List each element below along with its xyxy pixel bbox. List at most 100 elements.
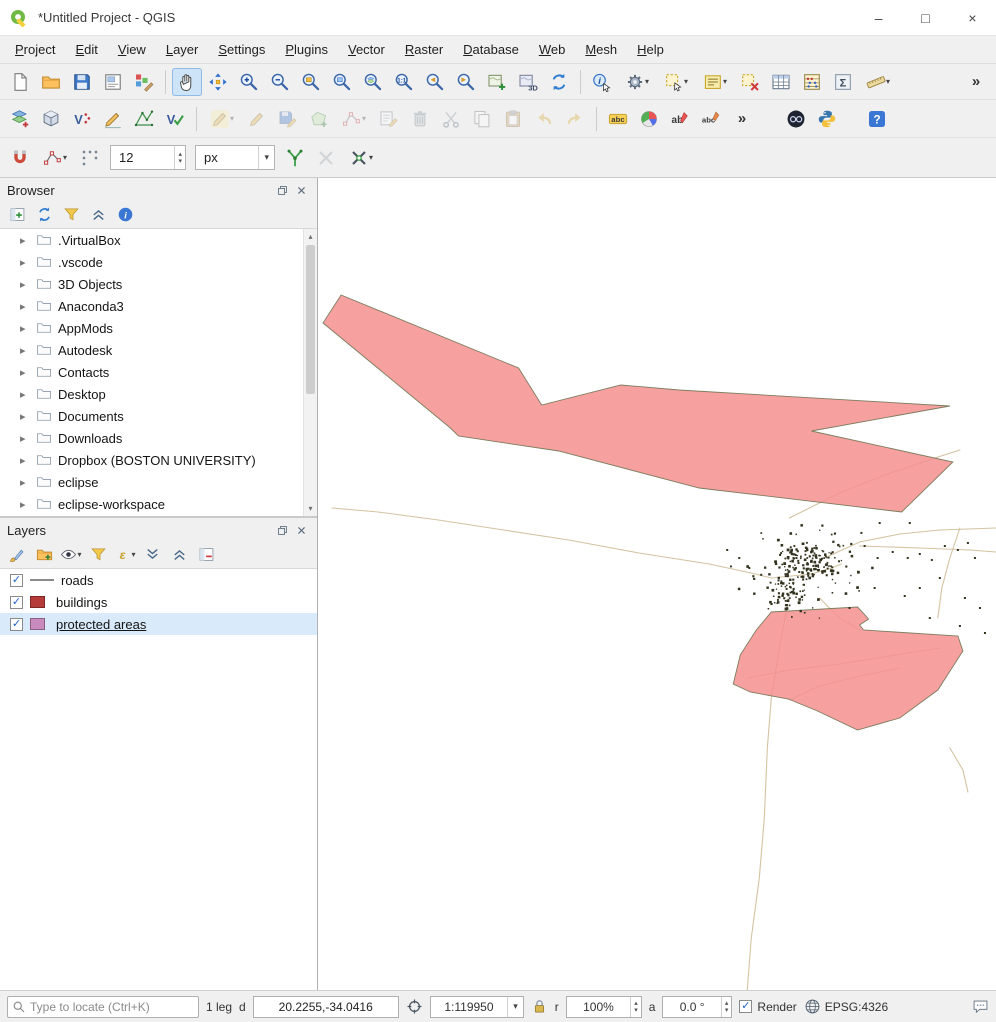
expand-all-button[interactable] [140,544,164,566]
zoom-to-selection-button[interactable] [327,68,357,96]
lock-scale-icon[interactable] [531,998,548,1015]
add-group-button[interactable] [32,544,56,566]
browser-item-eclipse-workspace[interactable]: ▸eclipse-workspace [0,493,303,515]
expand-arrow-icon[interactable]: ▸ [20,256,34,269]
identify-features-button[interactable]: i [587,68,617,96]
menu-plugins[interactable]: Plugins [275,38,338,61]
map-canvas[interactable] [318,178,996,990]
browser-undock-button[interactable] [274,183,291,198]
messages-icon[interactable] [972,998,989,1015]
new-3d-map-view-button[interactable]: 3D [513,68,543,96]
expand-arrow-icon[interactable]: ▸ [20,432,34,445]
expand-arrow-icon[interactable]: ▸ [20,498,34,511]
new-shapefile-layer-button[interactable]: V [67,105,97,133]
python-console-button[interactable] [812,105,842,133]
layer-checkbox[interactable]: ✓ [10,574,23,587]
menu-database[interactable]: Database [453,38,529,61]
new-mesh-layer-button[interactable] [129,105,159,133]
browser-close-button[interactable] [293,183,310,198]
open-data-source-manager-button[interactable] [5,105,35,133]
open-attribute-table-button[interactable] [766,68,796,96]
dropdown-arrow-icon[interactable]: ▾ [230,114,234,123]
zoom-in-button[interactable] [234,68,264,96]
expand-arrow-icon[interactable]: ▸ [20,366,34,379]
deselect-features-button[interactable] [735,68,765,96]
filter-legend-by-expression-button[interactable]: ε▾ [113,544,137,566]
open-project-button[interactable] [36,68,66,96]
help-contents-button[interactable]: ? [862,105,892,133]
layer-checkbox[interactable]: ✓ [10,596,23,609]
browser-item-eclipse[interactable]: ▸eclipse [0,471,303,493]
menu-raster[interactable]: Raster [395,38,453,61]
layer-item-protected-areas[interactable]: ✓protected areas [0,613,317,635]
expand-arrow-icon[interactable]: ▸ [20,410,34,423]
scrollbar-down-button[interactable]: ▾ [304,501,317,516]
new-virtual-layer-button[interactable]: V [160,105,190,133]
browser-item-desktop[interactable]: ▸Desktop [0,383,303,405]
snapping-units[interactable]: px▾ [195,145,275,170]
dropdown-arrow-icon[interactable]: ▾ [684,77,688,86]
add-selected-layers-button[interactable] [5,204,29,226]
dropdown-arrow-icon[interactable]: ▾ [131,550,135,559]
expand-arrow-icon[interactable]: ▸ [20,476,34,489]
browser-item-contacts[interactable]: ▸Contacts [0,361,303,383]
snapping-mode-button[interactable]: ▾ [36,144,74,172]
highlight-pinned-labels-button[interactable]: abc [696,105,726,133]
expand-arrow-icon[interactable]: ▸ [20,234,34,247]
metasearch-catalog-button[interactable] [781,105,811,133]
refresh-map-button[interactable] [544,68,574,96]
dropdown-arrow-icon[interactable]: ▾ [77,550,81,559]
new-map-view-button[interactable] [482,68,512,96]
filter-browser-button[interactable] [59,204,83,226]
dropdown-arrow-icon[interactable]: ▾ [369,153,373,162]
browser-item-dropbox-boston-university[interactable]: ▸Dropbox (BOSTON UNIVERSITY) [0,449,303,471]
expand-arrow-icon[interactable]: ▸ [20,278,34,291]
dropdown-arrow-icon[interactable]: ▾ [645,77,649,86]
zoom-full-button[interactable] [296,68,326,96]
style-manager-button[interactable] [129,68,159,96]
measure-line-button[interactable]: ▾ [859,68,897,96]
topological-editing-button[interactable] [280,144,310,172]
menu-edit[interactable]: Edit [65,38,107,61]
scale-combo[interactable]: 1:119950 ▾ [430,996,524,1018]
stepper-buttons[interactable]: ▴▾ [630,997,641,1017]
open-layer-styling-panel-button[interactable] [5,544,29,566]
browser-item-documents[interactable]: ▸Documents [0,405,303,427]
extents-toggle-icon[interactable] [406,998,423,1015]
layer-checkbox[interactable]: ✓ [10,618,23,631]
show-layout-manager-button[interactable] [98,68,128,96]
stepper-buttons[interactable]: ▴▾ [174,146,185,169]
menu-settings[interactable]: Settings [208,38,275,61]
dropdown-arrow-icon[interactable]: ▾ [63,153,67,162]
browser-item-anaconda3[interactable]: ▸Anaconda3 [0,295,303,317]
browser-item-downloads[interactable]: ▸Downloads [0,427,303,449]
zoom-to-layer-button[interactable] [358,68,388,96]
toolbar-extension-labels-button[interactable]: » [727,105,757,133]
toolbar-extension-main-button[interactable]: » [961,68,991,96]
menu-help[interactable]: Help [627,38,674,61]
zoom-to-native-resolution-button[interactable]: 1:1 [389,68,419,96]
stepper-buttons[interactable]: ▴▾ [721,997,732,1017]
collapse-all-button[interactable] [86,204,110,226]
minimize-button[interactable]: – [855,0,902,35]
scrollbar-thumb[interactable] [306,245,315,394]
layer-diagram-options-button[interactable] [634,105,664,133]
open-field-calculator-button[interactable] [797,68,827,96]
remove-layer-button[interactable] [194,544,218,566]
rotation-spin[interactable]: 0.0 ° ▴▾ [662,996,732,1018]
crs-indicator[interactable]: EPSG:4326 [804,998,888,1015]
dropdown-arrow-icon[interactable]: ▾ [258,146,274,169]
snapping-type-button[interactable] [75,144,105,172]
pan-map-button[interactable] [172,68,202,96]
browser-item-autodesk[interactable]: ▸Autodesk [0,339,303,361]
new-geopackage-layer-button[interactable] [36,105,66,133]
layer-labeling-options-button[interactable]: abc [603,105,633,133]
zoom-out-button[interactable] [265,68,295,96]
coordinate-input[interactable] [253,996,399,1018]
layers-undock-button[interactable] [274,523,291,538]
magnifier-spin[interactable]: 100% ▴▾ [566,996,642,1018]
browser-item-appmods[interactable]: ▸AppMods [0,317,303,339]
scrollbar-up-button[interactable]: ▴ [304,229,317,244]
zoom-last-button[interactable] [420,68,450,96]
locate-search[interactable] [7,996,199,1018]
